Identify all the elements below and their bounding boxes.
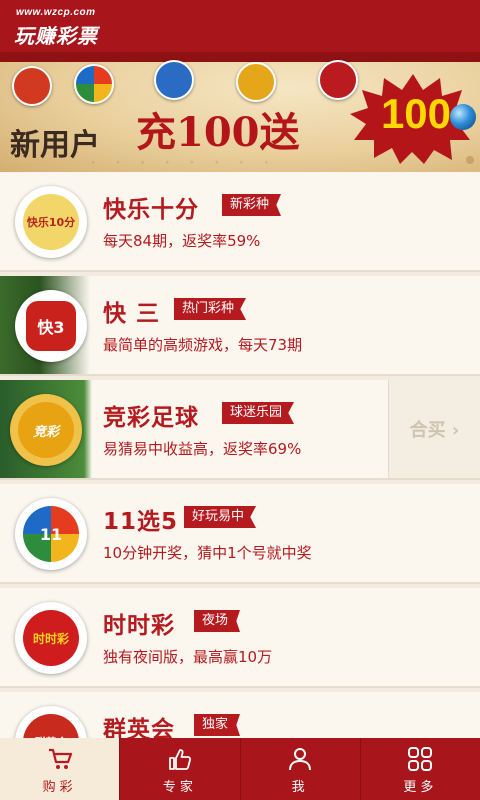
bottom-tab-bar: 购彩 专家 我 更多: [0, 738, 480, 800]
kuaile-shifen-icon: 快乐10分: [15, 186, 87, 258]
lottery-ball-icon: [12, 66, 52, 106]
banner-new-user-text: 新用户: [10, 128, 100, 163]
tab-me[interactable]: 我: [241, 738, 361, 800]
lottery-description: 最简单的高频游戏，每天73期: [103, 336, 303, 354]
lottery-description: 易猜易中收益高，返奖率69%: [103, 440, 302, 458]
lottery-tag-badge: 球迷乐园: [222, 402, 295, 424]
lottery-title: 快 三: [103, 301, 161, 327]
lottery-title: 群英会: [103, 717, 175, 738]
tab-label: 我: [291, 780, 309, 795]
qunyinghui-icon: 群英会: [15, 706, 87, 738]
lottery-tag-badge: 独家: [194, 714, 241, 736]
cart-icon: [46, 746, 74, 772]
lottery-title: 竞彩足球: [103, 405, 199, 431]
lottery-description: 10分钟开奖，猜中1个号就中奖: [103, 544, 312, 562]
list-item-qunyinghui[interactable]: 群英会 群英会 独家: [0, 692, 480, 738]
app-logo: 玩赚彩票: [14, 24, 98, 48]
lottery-title: 快乐十分: [103, 197, 199, 223]
list-item-shishicai[interactable]: 时时彩 时时彩 夜场 独有夜间版，最高赢10万: [0, 588, 480, 688]
grid-icon: [406, 746, 434, 772]
tab-more[interactable]: 更多: [361, 738, 480, 800]
tab-label: 专家: [162, 780, 197, 795]
list-item-kuai-san[interactable]: 快3 快 三 热门彩种 最简单的高频游戏，每天73期: [0, 276, 480, 376]
bubble-icon: [450, 104, 476, 130]
thumbs-up-icon: [166, 746, 194, 772]
tab-label: 购彩: [42, 780, 77, 795]
banner-top-strip: [0, 52, 480, 62]
lottery-list: 快乐10分 快乐十分 新彩种 每天84期，返奖率59% 快3 快 三 热门彩种 …: [0, 172, 480, 738]
lottery-title: 11选5: [103, 509, 179, 535]
lottery-ball-icon: [154, 60, 194, 100]
banner-recharge-text: 充100送: [136, 109, 300, 156]
carousel-dot[interactable]: [466, 156, 474, 164]
user-icon: [286, 746, 314, 772]
kuai-san-dice-icon: 快3: [15, 290, 87, 362]
lottery-description: 每天84期，返奖率59%: [103, 232, 261, 250]
group-buy-button[interactable]: 合买 ›: [388, 380, 480, 478]
lottery-tag-badge: 好玩易中: [184, 506, 257, 528]
lottery-title: 时时彩: [103, 613, 175, 639]
shishicai-icon: 时时彩: [15, 602, 87, 674]
soccer-ball-icon: 竞彩: [10, 394, 82, 466]
lottery-tag-badge: 夜场: [194, 610, 241, 632]
tab-buy-lottery[interactable]: 购彩: [0, 738, 121, 800]
lottery-ball-icon: [236, 62, 276, 102]
lottery-tag-badge: 热门彩种: [174, 298, 247, 320]
app-header: www.wzcp.com 玩赚彩票: [0, 0, 480, 52]
list-item-jingcai-zuqiu[interactable]: 竞彩 竞彩足球 球迷乐园 易猜易中收益高，返奖率69% 合买 ›: [0, 380, 480, 480]
promo-banner[interactable]: · · · · · · · · 新用户 充100送 100: [0, 52, 480, 172]
lottery-tag-badge: 新彩种: [222, 194, 282, 216]
list-item-11-xuan-5[interactable]: 11 11选5 好玩易中 10分钟开奖，猜中1个号就中奖: [0, 484, 480, 584]
lottery-description: 独有夜间版，最高赢10万: [103, 648, 273, 666]
lottery-ball-icon: [74, 64, 114, 104]
eleven-choose-five-icon: 11: [15, 498, 87, 570]
list-item-kuaile-shifen[interactable]: 快乐10分 快乐十分 新彩种 每天84期，返奖率59%: [0, 172, 480, 272]
tab-experts[interactable]: 专家: [120, 738, 241, 800]
site-url: www.wzcp.com: [16, 7, 96, 18]
tab-label: 更多: [403, 780, 438, 795]
